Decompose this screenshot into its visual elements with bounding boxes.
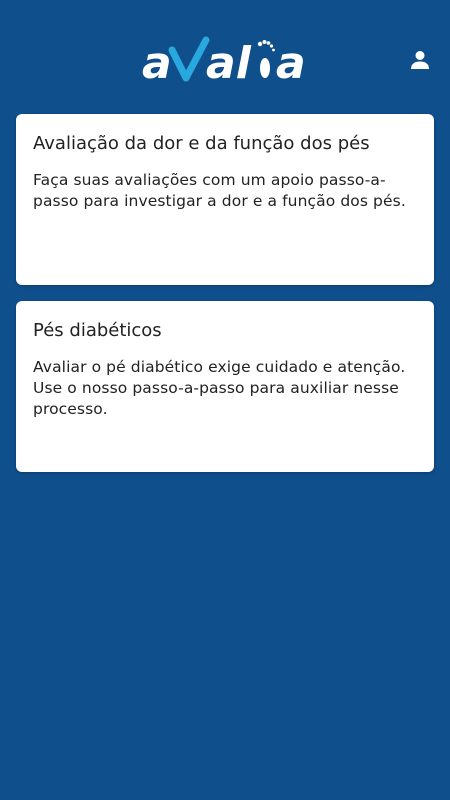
- svg-text:al: al: [206, 38, 252, 84]
- app-logo: a al a: [142, 34, 308, 84]
- card-title: Pés diabéticos: [33, 320, 162, 341]
- card-description: Faça suas avaliações com um apoio passo-…: [33, 171, 406, 210]
- app-screen: a al a Avaliação da dor e da função dos …: [0, 0, 450, 800]
- svg-text:a: a: [142, 38, 172, 84]
- person-icon: [411, 51, 429, 69]
- card-diabetic-feet[interactable]: Pés diabéticos Avaliar o pé diabético ex…: [16, 301, 434, 472]
- svg-text:a: a: [276, 38, 306, 84]
- profile-button[interactable]: [406, 46, 434, 74]
- card-title: Avaliação da dor e da função dos pés: [33, 133, 370, 154]
- card-pain-function-assessment[interactable]: Avaliação da dor e da função dos pés Faç…: [16, 114, 434, 285]
- app-header: a al a: [0, 0, 450, 112]
- avalia-logo-mark: a al a: [142, 36, 306, 84]
- card-description: Avaliar o pé diabético exige cuidado e a…: [33, 358, 406, 418]
